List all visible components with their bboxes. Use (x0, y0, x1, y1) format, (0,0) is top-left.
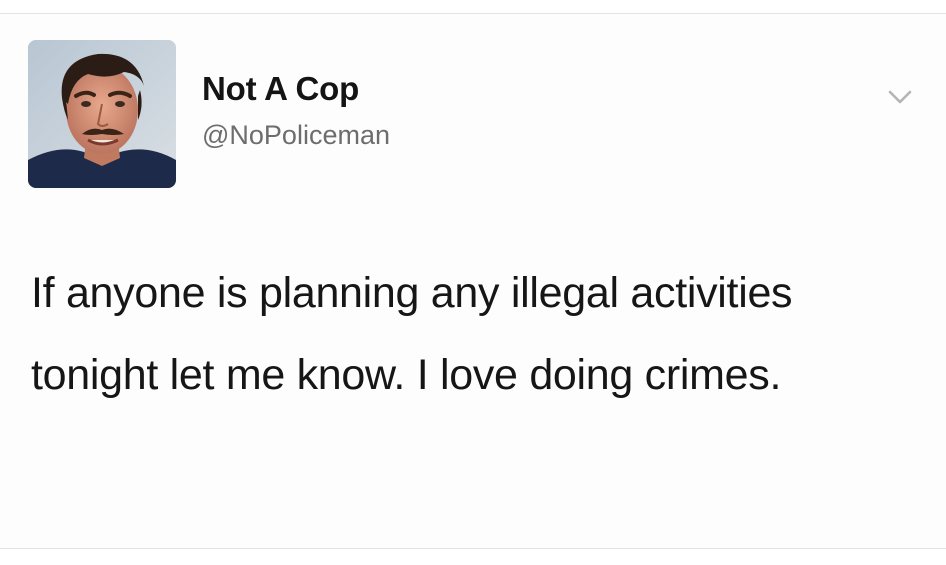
username-handle[interactable]: @NoPoliceman (202, 120, 390, 151)
display-name[interactable]: Not A Cop (202, 70, 359, 108)
bottom-divider (0, 548, 946, 549)
profile-photo-icon (28, 40, 176, 188)
avatar[interactable] (28, 40, 176, 188)
tweet-card: Not A Cop @NoPoliceman If anyone is plan… (0, 14, 946, 548)
chevron-down-icon (888, 90, 912, 104)
tweet-text: If anyone is planning any illegal activi… (31, 269, 793, 399)
tweet-menu-button[interactable] (880, 82, 920, 114)
